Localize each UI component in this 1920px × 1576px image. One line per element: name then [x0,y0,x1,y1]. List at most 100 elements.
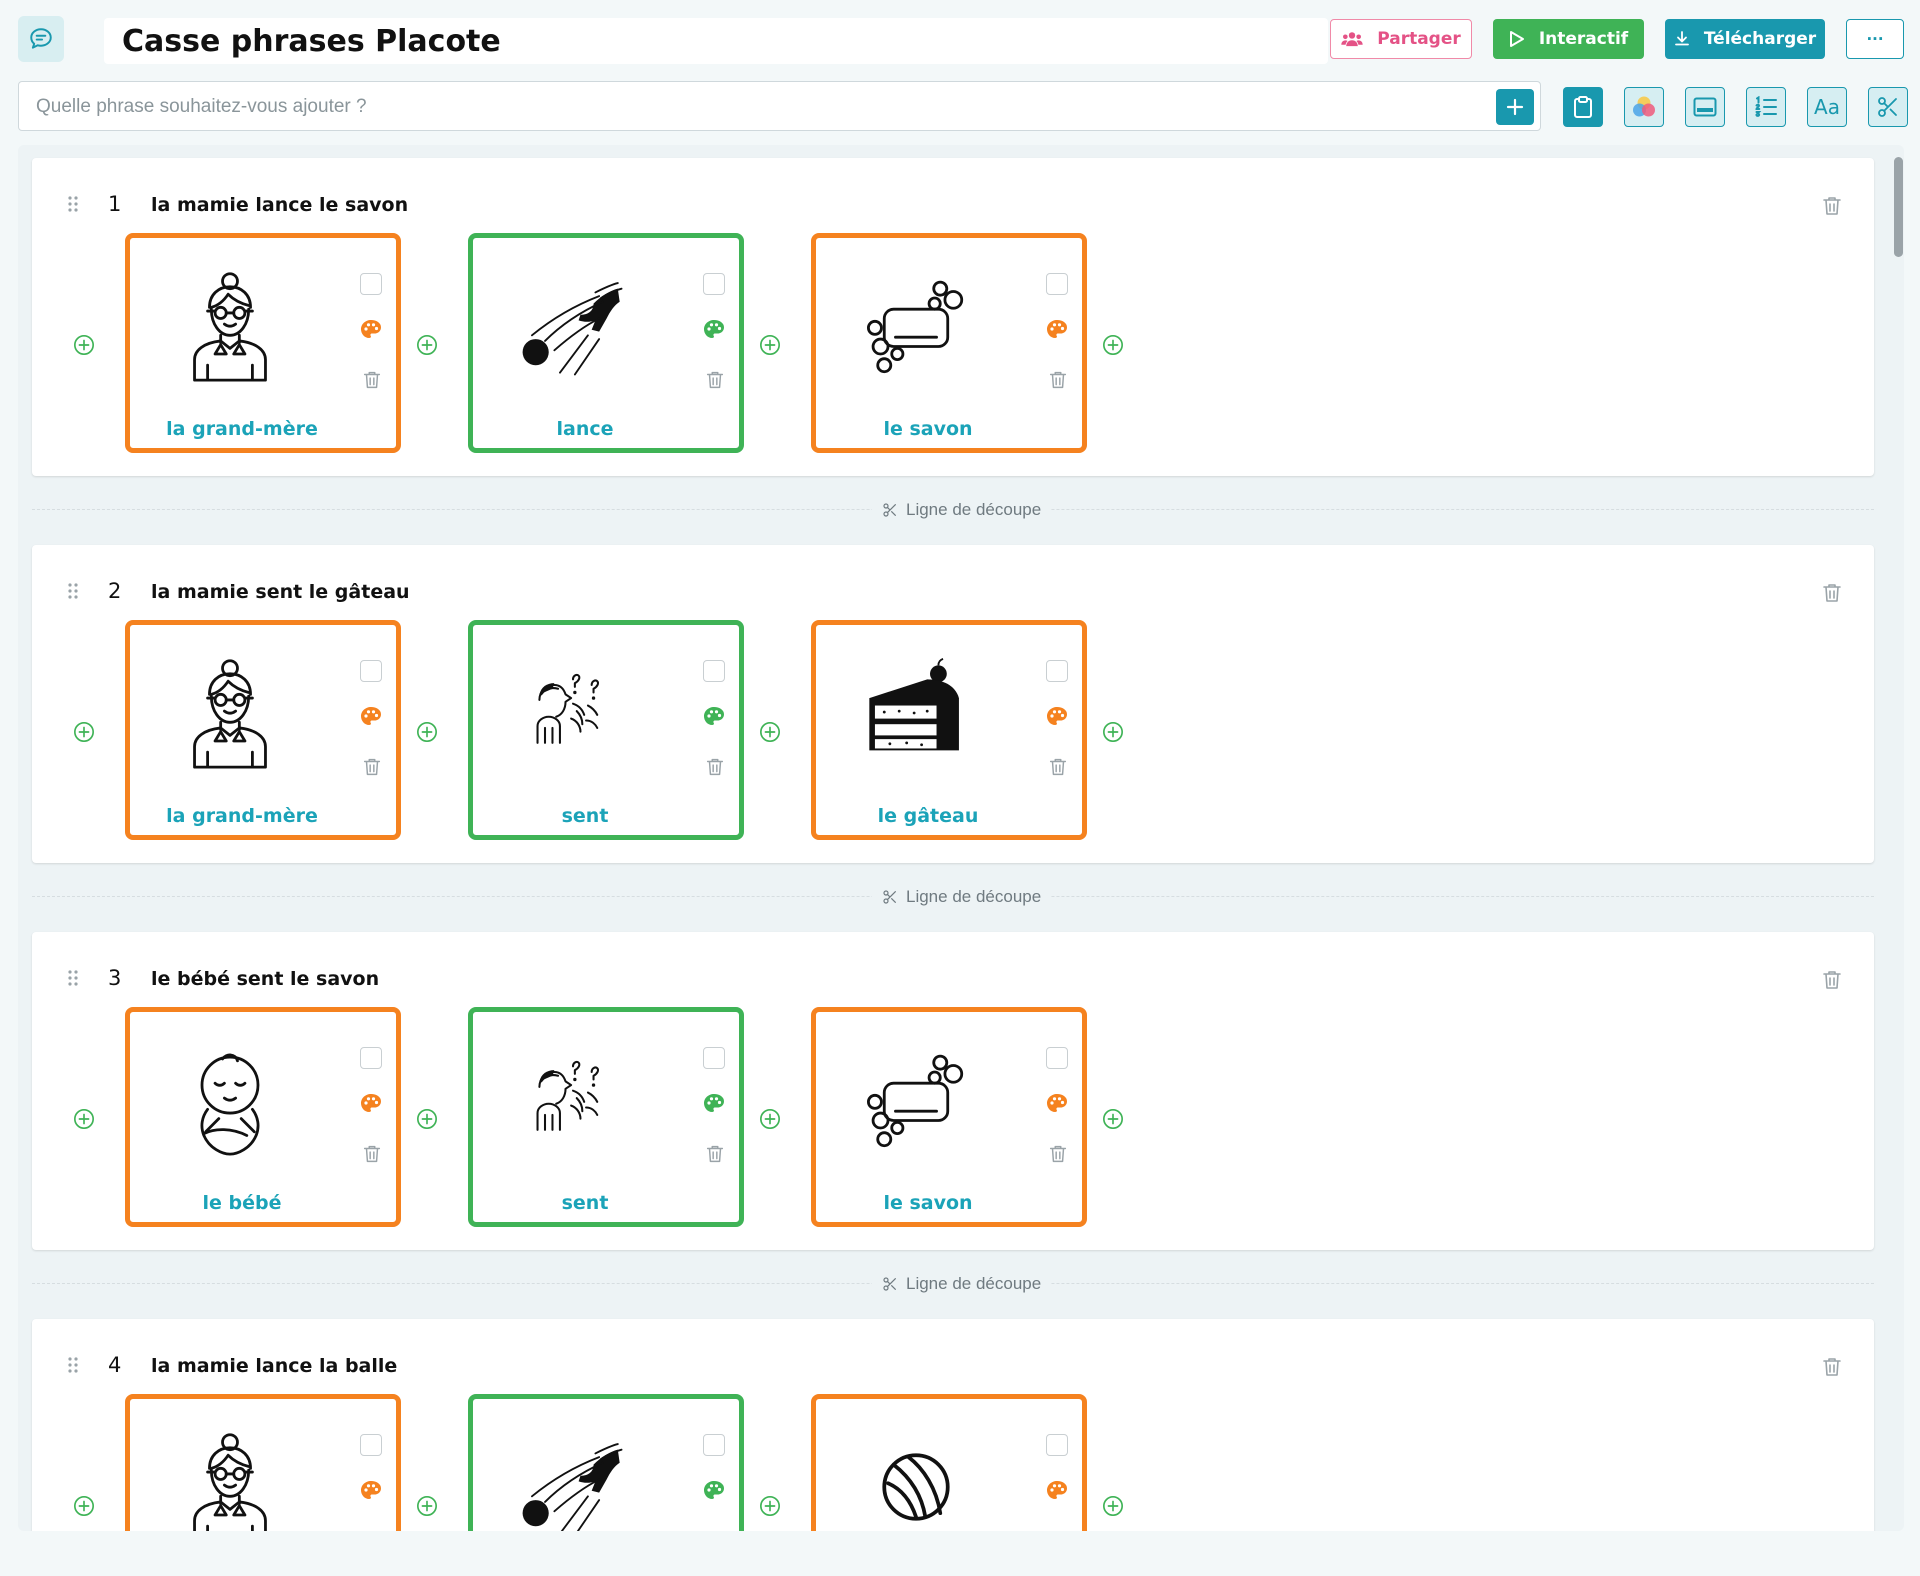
delete-word-button[interactable] [1047,369,1069,395]
drag-handle[interactable] [67,969,79,991]
insert-word-button[interactable] [416,1108,438,1130]
insert-word-button[interactable] [73,721,95,743]
select-checkbox[interactable] [703,1047,725,1069]
delete-sentence-button[interactable] [1820,1355,1844,1383]
word-picture[interactable] [170,1040,290,1160]
insert-word-button[interactable] [73,334,95,356]
word-picture[interactable] [513,653,633,773]
insert-word-button[interactable] [73,1108,95,1130]
word-card[interactable]: le bébé [125,1007,401,1227]
delete-word-button[interactable] [361,1143,383,1169]
word-label[interactable]: la grand-mère [130,805,354,827]
color-picker-button[interactable] [702,705,726,733]
word-card[interactable]: sent [468,620,744,840]
add-sentence-button[interactable] [1496,89,1534,125]
word-card[interactable]: le savon [811,1007,1087,1227]
select-checkbox[interactable] [703,273,725,295]
interactive-button[interactable]: Interactif [1493,19,1644,59]
scrollbar-thumb[interactable] [1894,157,1903,257]
delete-word-button[interactable] [704,756,726,782]
word-picture[interactable] [170,266,290,386]
paste-button[interactable] [1563,87,1603,127]
layout-button[interactable] [1685,87,1725,127]
word-picture[interactable] [856,1427,976,1531]
insert-word-button[interactable] [759,1495,781,1517]
insert-word-button[interactable] [73,1495,95,1517]
sentence-text[interactable]: la mamie lance le savon [151,194,408,216]
word-card[interactable]: la grand-mère [125,233,401,453]
select-checkbox[interactable] [360,273,382,295]
delete-sentence-button[interactable] [1820,581,1844,609]
word-picture[interactable] [513,1040,633,1160]
word-card[interactable]: lance [468,233,744,453]
more-options-button[interactable]: ··· [1846,19,1904,59]
color-theme-button[interactable] [1624,87,1664,127]
insert-word-button[interactable] [1102,1108,1124,1130]
numbering-button[interactable] [1746,87,1786,127]
color-picker-button[interactable] [359,318,383,346]
color-picker-button[interactable] [1045,705,1069,733]
drag-handle[interactable] [67,1356,79,1378]
delete-word-button[interactable] [361,1530,383,1531]
select-checkbox[interactable] [703,660,725,682]
color-picker-button[interactable] [1045,1479,1069,1507]
word-card[interactable] [468,1394,744,1531]
color-picker-button[interactable] [702,318,726,346]
delete-word-button[interactable] [361,369,383,395]
word-label[interactable]: le savon [816,1192,1040,1214]
insert-word-button[interactable] [759,1108,781,1130]
color-picker-button[interactable] [359,705,383,733]
select-checkbox[interactable] [360,1047,382,1069]
word-label[interactable]: le bébé [130,1192,354,1214]
select-checkbox[interactable] [360,660,382,682]
share-button[interactable]: Partager [1330,19,1472,59]
sentence-text[interactable]: le bébé sent le savon [151,968,379,990]
color-picker-button[interactable] [702,1479,726,1507]
word-picture[interactable] [856,653,976,773]
select-checkbox[interactable] [1046,660,1068,682]
word-card[interactable]: le savon [811,233,1087,453]
delete-sentence-button[interactable] [1820,194,1844,222]
insert-word-button[interactable] [416,334,438,356]
insert-word-button[interactable] [416,1495,438,1517]
color-picker-button[interactable] [702,1092,726,1120]
select-checkbox[interactable] [1046,1047,1068,1069]
font-button[interactable]: Aa [1807,87,1847,127]
delete-sentence-button[interactable] [1820,968,1844,996]
word-label[interactable]: sent [473,1192,697,1214]
color-picker-button[interactable] [359,1479,383,1507]
delete-word-button[interactable] [361,756,383,782]
word-picture[interactable] [170,653,290,773]
insert-word-button[interactable] [1102,334,1124,356]
word-label[interactable]: lance [473,418,697,440]
word-picture[interactable] [170,1427,290,1531]
word-label[interactable]: le gâteau [816,805,1040,827]
word-label[interactable]: le savon [816,418,1040,440]
word-picture[interactable] [856,1040,976,1160]
word-card[interactable]: sent [468,1007,744,1227]
insert-word-button[interactable] [416,721,438,743]
insert-word-button[interactable] [759,721,781,743]
delete-word-button[interactable] [1047,1143,1069,1169]
select-checkbox[interactable] [360,1434,382,1456]
drag-handle[interactable] [67,582,79,604]
delete-word-button[interactable] [704,1530,726,1531]
add-sentence-input[interactable] [36,94,1476,120]
color-picker-button[interactable] [1045,318,1069,346]
delete-word-button[interactable] [1047,1530,1069,1531]
insert-word-button[interactable] [1102,721,1124,743]
color-picker-button[interactable] [359,1092,383,1120]
word-label[interactable]: la grand-mère [130,418,354,440]
sentence-text[interactable]: la mamie lance la balle [151,1355,397,1377]
word-card[interactable]: le gâteau [811,620,1087,840]
delete-word-button[interactable] [1047,756,1069,782]
drag-handle[interactable] [67,195,79,217]
color-picker-button[interactable] [1045,1092,1069,1120]
word-picture[interactable] [513,1427,633,1531]
word-label[interactable]: sent [473,805,697,827]
word-picture[interactable] [856,266,976,386]
app-logo-icon[interactable] [18,16,64,62]
word-card[interactable] [125,1394,401,1531]
select-checkbox[interactable] [703,1434,725,1456]
delete-word-button[interactable] [704,369,726,395]
